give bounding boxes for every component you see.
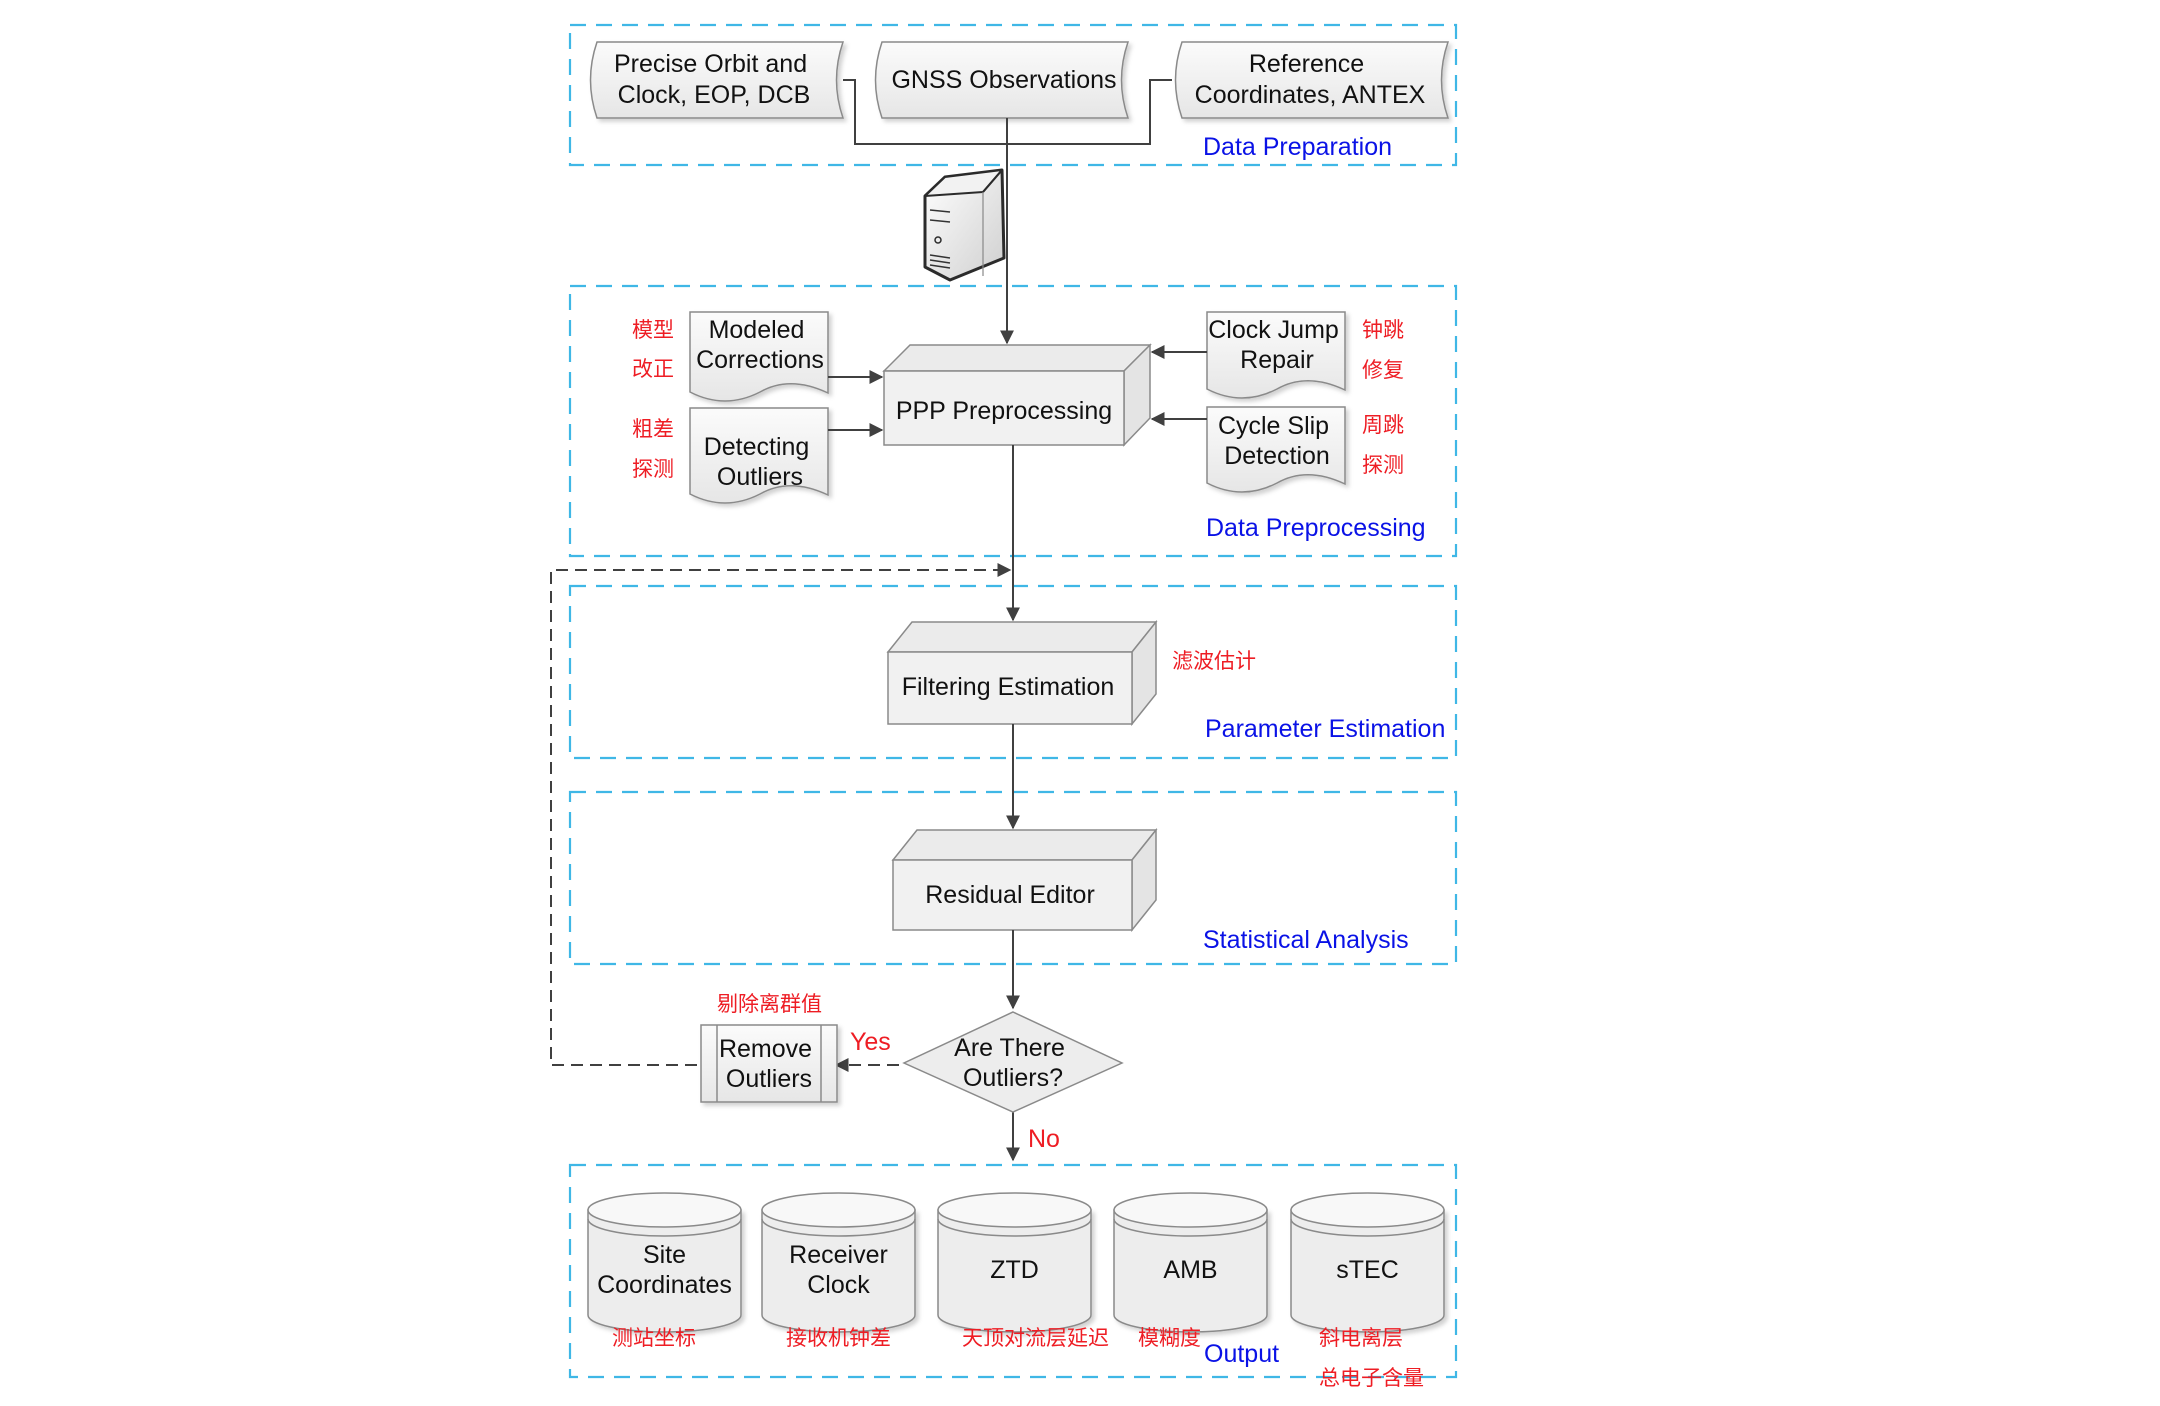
section-label-data-preparation: Data Preparation (1203, 133, 1392, 161)
section-label-data-preprocessing: Data Preprocessing (1206, 514, 1426, 542)
output-cylinder: AMB 模糊度 (1113, 1192, 1268, 1350)
ppp-flowchart: Precise Orbit and Clock, EOP, DCB GNSS O… (550, 23, 1458, 1390)
residual-editor-label: Residual Editor (925, 881, 1095, 909)
decision-are-there-outliers (902, 1011, 1124, 1113)
filtering-estimation-label: Filtering Estimation (902, 673, 1115, 701)
section-label-statistical-analysis: Statistical Analysis (1203, 926, 1409, 954)
decision-yes-label: Yes (850, 1028, 891, 1056)
decision-no-label: No (1028, 1125, 1060, 1153)
output-cylinder: Site Coordinates测站坐标 (587, 1192, 742, 1350)
process-residual-editor (891, 827, 1158, 933)
output-cylinder: sTEC 斜电离层总电子含量 (1290, 1192, 1445, 1390)
cn-modeled-corrections: 模型 改正 (632, 318, 681, 381)
output-cylinder-cn-label: 测站坐标 (612, 1326, 696, 1350)
cn-clock-jump: 钟跳 修复 (1362, 318, 1411, 382)
cn-cycle-slip: 周跳 探测 (1362, 413, 1411, 477)
output-cylinder-label: ZTD (990, 1256, 1039, 1284)
output-cylinder: ZTD 天顶对流层延迟 (937, 1192, 1109, 1350)
output-cylinder: Receiver Clock接收机钟差 (761, 1192, 916, 1350)
output-cylinder-cn-label: 模糊度 (1138, 1326, 1201, 1350)
output-cylinder-cn-label: 天顶对流层延迟 (962, 1326, 1109, 1350)
server-icon (923, 168, 1006, 282)
ppp-preprocessing-label: PPP Preprocessing (896, 397, 1112, 425)
section-label-parameter-estimation: Parameter Estimation (1205, 715, 1445, 743)
process-ppp-preprocessing (882, 343, 1152, 447)
cn-filtering-estimation: 滤波估计 (1172, 649, 1256, 673)
output-cylinder-cn-label: 斜电离层总电子含量 (1319, 1326, 1424, 1390)
cn-remove-outliers: 剔除离群值 (717, 992, 822, 1016)
output-cylinder-label: AMB (1163, 1256, 1217, 1284)
input-gnss-label: GNSS Observations (891, 66, 1116, 94)
section-label-output: Output (1204, 1340, 1279, 1368)
output-cylinder-label: sTEC (1336, 1256, 1399, 1284)
cn-detecting-outliers: 粗差 探测 (632, 417, 681, 481)
output-cylinder-cn-label: 接收机钟差 (786, 1326, 891, 1350)
